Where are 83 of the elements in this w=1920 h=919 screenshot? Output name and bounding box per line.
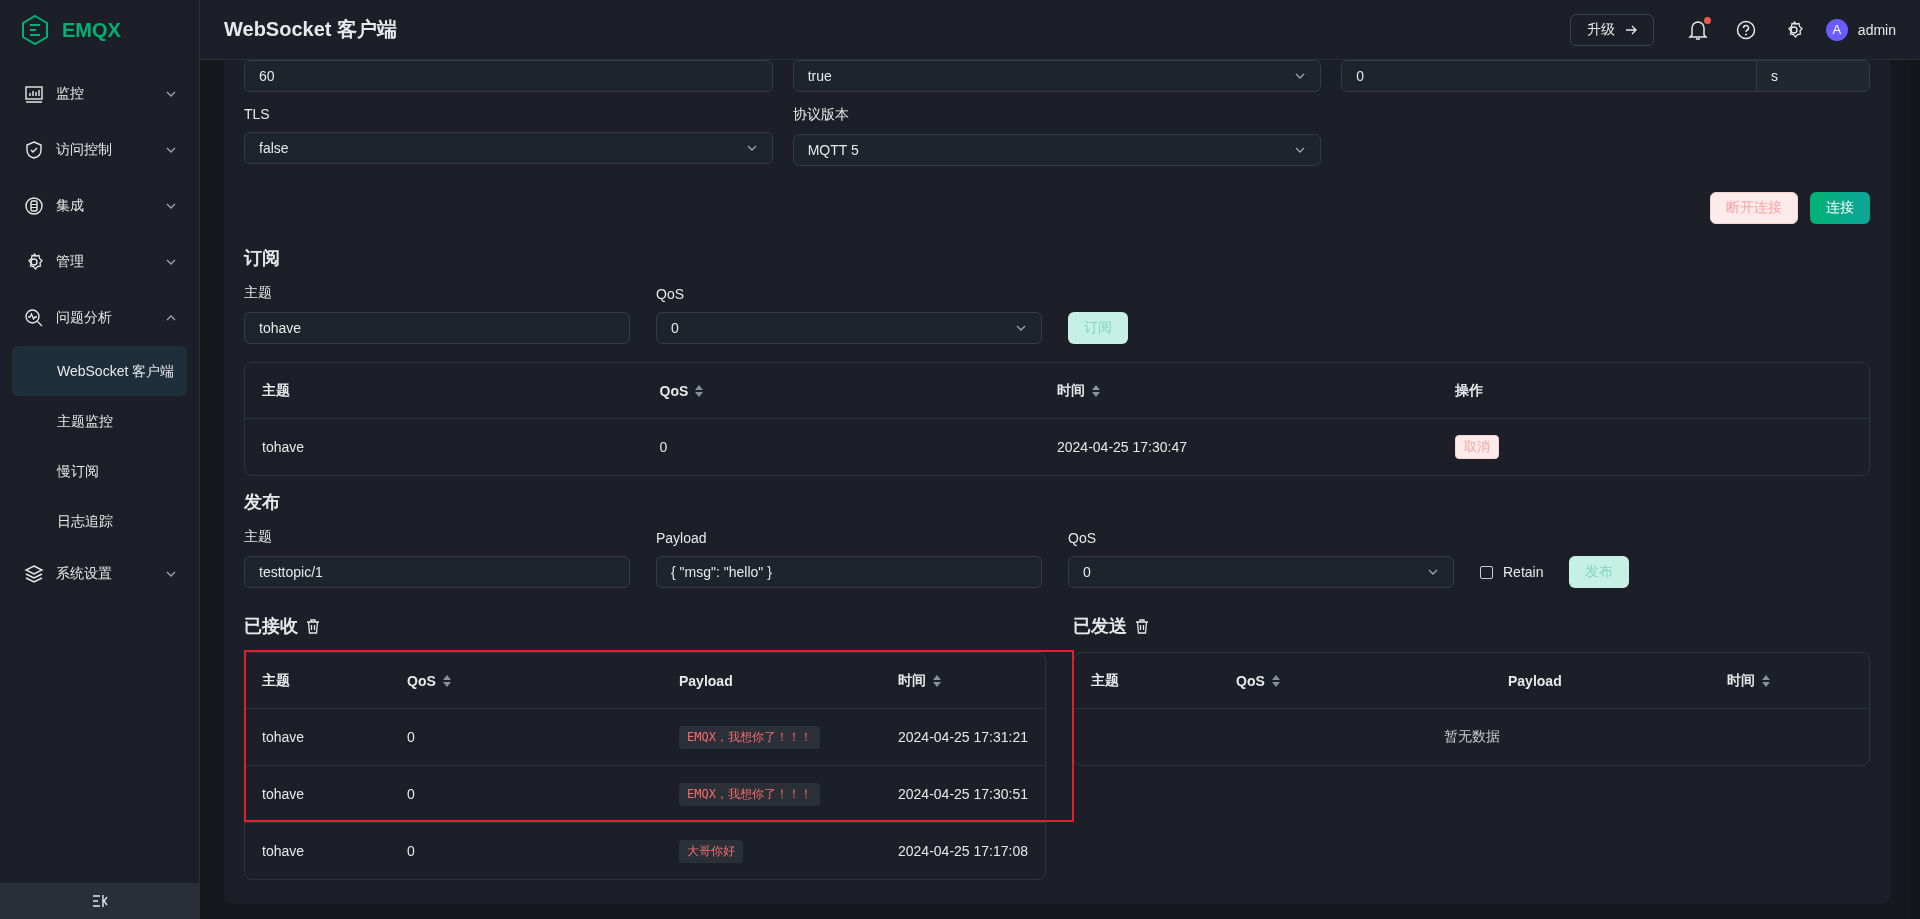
shield-icon xyxy=(24,140,44,160)
column-header: 时间 xyxy=(1057,381,1085,400)
input-field[interactable]: tohave xyxy=(244,312,630,344)
table-cell-text: tohave xyxy=(262,843,306,859)
upgrade-button[interactable]: 升级 xyxy=(1569,13,1654,46)
column-header: QoS xyxy=(407,672,436,689)
section-title: 已接收 xyxy=(244,615,298,638)
column-header: Payload xyxy=(679,672,733,689)
layers-icon xyxy=(24,564,44,584)
payload-tag: EMQX，我想你了！！！ xyxy=(679,782,820,806)
table-cell-text: 0 xyxy=(407,729,416,745)
input-field[interactable]: { "msg": "hello" } xyxy=(656,556,1042,588)
nav-subitem[interactable]: WebSocket 客户端 xyxy=(12,346,187,396)
table-cell-text: 0 xyxy=(407,843,416,859)
column-header: 主题 xyxy=(1091,671,1119,690)
sort-icon[interactable] xyxy=(694,383,705,398)
field-label: 协议版本 xyxy=(792,106,850,124)
table-cell-text: 0 xyxy=(407,786,416,802)
table-cell-text: tohave xyxy=(262,439,306,455)
nav-item[interactable]: 集成 xyxy=(0,178,199,234)
trash-icon[interactable] xyxy=(1135,618,1149,634)
table-cell: 2024-04-25 17:31:21 xyxy=(898,729,1028,745)
retain-checkbox[interactable] xyxy=(1480,565,1493,579)
nav-subitem[interactable]: 主题监控 xyxy=(12,396,187,446)
logo-icon xyxy=(20,14,50,46)
empty-message: 暂无数据 xyxy=(1443,728,1500,746)
sort-icon[interactable] xyxy=(1761,673,1771,688)
field-label: TLS xyxy=(244,106,271,122)
column-header: 时间 xyxy=(1727,671,1755,690)
help-icon[interactable] xyxy=(1735,19,1756,40)
collapse-icon[interactable] xyxy=(91,894,108,908)
section-title: 发布 xyxy=(244,491,280,514)
column-header: 主题 xyxy=(262,671,290,690)
table-cell: 2024-04-25 17:17:08 xyxy=(898,843,1028,859)
sort-icon[interactable] xyxy=(441,673,452,688)
column-header: Payload xyxy=(1508,672,1562,689)
table-cell-text: 2024-04-25 17:30:47 xyxy=(1057,439,1188,455)
input-field[interactable]: 60 xyxy=(244,60,773,92)
nav-item[interactable]: 监控 xyxy=(0,66,199,122)
column-header: QoS xyxy=(659,382,689,399)
arrow-right-icon xyxy=(1624,23,1637,36)
payload-tag: 大哥你好 xyxy=(679,839,743,863)
sort-icon[interactable] xyxy=(1091,383,1101,398)
column-header: QoS xyxy=(1236,672,1265,689)
nav-subitem[interactable]: 慢订阅 xyxy=(12,446,187,496)
table-cell-text: 0 xyxy=(659,439,669,455)
magnifier-icon xyxy=(24,308,44,328)
table-cell-text: tohave xyxy=(262,786,306,802)
nav-item[interactable]: 访问控制 xyxy=(0,122,199,178)
nav-item[interactable]: 管理 xyxy=(0,234,199,290)
table-cell: 2024-04-25 17:30:51 xyxy=(898,786,1028,802)
checkbox-label: Retain xyxy=(1503,564,1544,580)
field-label: 主题 xyxy=(244,284,273,302)
select-field[interactable]: true xyxy=(792,60,1322,92)
field-label: Payload xyxy=(656,530,708,546)
nav-item[interactable]: 系统设置 xyxy=(0,546,199,602)
chart-icon xyxy=(24,84,44,104)
select-field[interactable]: MQTT 5 xyxy=(792,134,1322,166)
logo-text: EMQX xyxy=(62,18,121,42)
select-field[interactable]: false xyxy=(244,132,773,164)
table-cell-text: tohave xyxy=(262,729,306,745)
avatar[interactable]: A xyxy=(1825,18,1848,41)
input-field[interactable]: testtopic/1 xyxy=(244,556,630,588)
user-name[interactable]: admin xyxy=(1857,21,1896,38)
nav-item[interactable]: 问题分析 xyxy=(0,290,199,346)
trash-icon[interactable] xyxy=(306,618,320,634)
column-header: 主题 xyxy=(262,381,290,400)
field-label: QoS xyxy=(656,286,685,302)
database-icon xyxy=(24,196,44,216)
sort-icon[interactable] xyxy=(1270,673,1281,688)
payload-tag: EMQX，我想你了！！！ xyxy=(679,725,820,749)
select-field[interactable]: 0 xyxy=(656,312,1042,344)
column-header: 时间 xyxy=(898,671,926,690)
field-label: 主题 xyxy=(244,528,273,546)
field-label: QoS xyxy=(1068,530,1097,546)
section-title: 订阅 xyxy=(244,247,280,270)
nav-subitem[interactable]: 日志追踪 xyxy=(12,496,187,546)
select-field[interactable]: 0 xyxy=(1068,556,1454,588)
column-header: 操作 xyxy=(1454,381,1483,400)
page-title: WebSocket 客户端 xyxy=(224,17,398,42)
bell-icon[interactable] xyxy=(1687,18,1708,41)
section-title: 已发送 xyxy=(1073,615,1127,638)
sort-icon[interactable] xyxy=(932,673,942,688)
